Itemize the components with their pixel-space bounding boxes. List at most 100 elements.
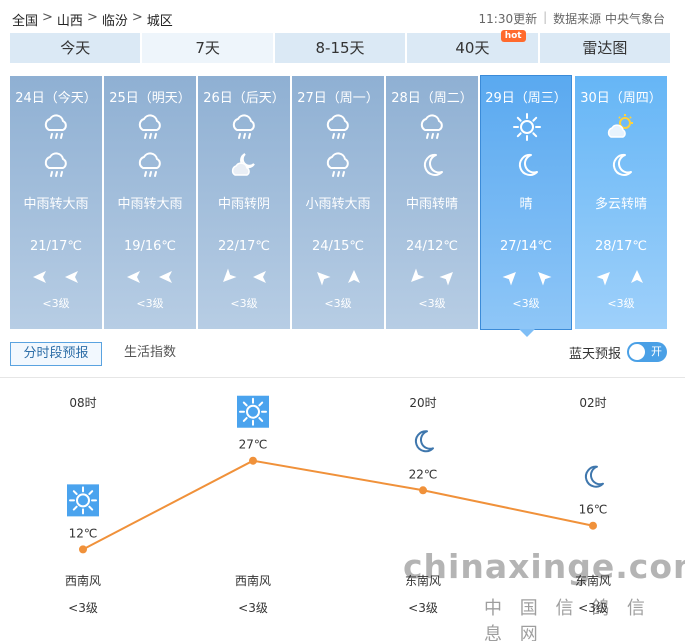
day-weather: 中雨转晴 — [405, 197, 458, 212]
wind-direction-label: 西南风 — [65, 573, 101, 588]
breadcrumb-item-district: 城区 — [146, 14, 173, 29]
wind-arrow-icon — [627, 267, 647, 291]
day-card[interactable]: 25日（明天） 中雨转大雨 19/16℃ <3级 — [104, 76, 196, 329]
wind-direction-icons — [501, 267, 553, 287]
day-temperature: 24/12℃ — [405, 239, 459, 254]
breadcrumb-item-province[interactable]: 山西 — [57, 10, 83, 29]
wind-direction-icons — [312, 267, 364, 287]
day-date: 27日（周一） — [297, 91, 379, 106]
tab-today[interactable]: 今天 — [10, 33, 141, 63]
day-temperature: 22/17℃ — [217, 239, 271, 254]
tab-7-days[interactable]: 7天 — [142, 33, 273, 63]
day-date: 28日（周二） — [391, 91, 473, 106]
wind-arrow-icon — [533, 267, 553, 291]
breadcrumb-separator: > — [42, 10, 53, 25]
breadcrumb-separator: > — [86, 10, 98, 25]
day-wind-level: <3级 — [607, 297, 635, 310]
temperature-point — [589, 521, 597, 530]
day-card[interactable]: 26日（后天） 中雨转阴 22/17℃ <3级 — [198, 76, 290, 329]
day-weather: 小雨转大雨 — [305, 197, 371, 212]
update-meta: 11:30更新 | 数据来源 中央气象台 — [478, 10, 665, 26]
tab-8-15-days[interactable]: 8-15天 — [274, 33, 406, 63]
cloudy-night-icon — [229, 150, 259, 180]
day-wind-level: <3级 — [136, 297, 164, 310]
day-wind-level: <3级 — [230, 297, 258, 310]
day-temperature: 24/15℃ — [311, 239, 365, 254]
toggle-text: 开 — [651, 345, 662, 358]
wind-direction-label: 西南风 — [235, 573, 271, 588]
tab-radar[interactable]: 雷达图 — [539, 33, 671, 63]
tab-hourly-forecast[interactable]: 分时段预报 — [10, 342, 102, 366]
wind-level-label: <3级 — [408, 601, 438, 615]
rain-icon — [41, 112, 71, 142]
wind-direction-icons — [30, 267, 82, 287]
temperature-label: 12℃ — [69, 526, 98, 540]
temperature-label: 16℃ — [579, 503, 608, 517]
rain-icon — [323, 112, 353, 142]
day-wind-level: <3级 — [42, 297, 70, 310]
wind-arrow-icon — [218, 267, 238, 291]
day-date: 25日（明天） — [109, 91, 191, 106]
day-card[interactable]: 30日（周四） 多云转晴 28/17℃ <3级 — [575, 76, 667, 329]
hour-label: 02时 — [579, 396, 606, 410]
update-time: 11:30更新 — [478, 12, 538, 26]
wind-arrow-icon — [501, 267, 521, 291]
rain-icon — [323, 150, 353, 180]
blue-sky-label: 蓝天预报 — [568, 346, 621, 362]
forecast-tabs: 今天 7天 8-15天 40天 hot 雷达图 — [10, 30, 671, 63]
wind-arrow-icon — [438, 267, 458, 291]
day-wind-level: <3级 — [512, 297, 540, 310]
wind-arrow-icon — [250, 267, 270, 291]
watermark-domain: chinaxinge.com — [403, 547, 685, 586]
rain-icon — [229, 112, 259, 142]
temperature-point — [249, 456, 257, 465]
wind-level-label: <3级 — [68, 601, 98, 615]
day-card[interactable]: 28日（周二） 中雨转晴 24/12℃ <3级 — [386, 76, 478, 329]
day-weather: 多云转晴 — [594, 197, 647, 212]
day-weather: 中雨转大雨 — [23, 197, 89, 212]
sun-icon — [512, 112, 542, 142]
wind-arrow-icon — [595, 267, 615, 291]
day-card[interactable]: 29日（周三） 晴 27/14℃ <3级 — [480, 75, 572, 337]
day-wind-level: <3级 — [418, 297, 446, 310]
rain-icon — [135, 112, 165, 142]
day-temperature: 21/17℃ — [29, 239, 83, 254]
day-temperature: 27/14℃ — [499, 239, 553, 254]
wind-arrow-icon — [124, 267, 144, 291]
day-date: 30日（周四） — [580, 91, 662, 106]
wind-arrow-icon — [62, 267, 82, 291]
day-wind-level: <3级 — [324, 297, 352, 310]
day-card[interactable]: 24日（今天） 中雨转大雨 21/17℃ <3级 — [10, 76, 102, 329]
moon-icon — [512, 150, 542, 180]
day-weather: 晴 — [519, 197, 533, 212]
breadcrumb: 全国 > 山西 > 临汾 > 城区 — [12, 10, 173, 29]
day-card[interactable]: 27日（周一） 小雨转大雨 24/15℃ <3级 — [292, 76, 384, 329]
wind-arrow-icon — [156, 267, 176, 291]
breadcrumb-item-country[interactable]: 全国 — [12, 10, 38, 29]
wind-level-label: <3级 — [238, 601, 268, 615]
day-weather: 中雨转阴 — [217, 197, 270, 212]
seven-day-forecast: 24日（今天） 中雨转大雨 21/17℃ <3级 25日（明天） 中雨转大雨 19/16℃ <… — [10, 75, 670, 337]
wind-arrow-icon — [30, 267, 50, 291]
breadcrumb-item-city[interactable]: 临汾 — [102, 10, 128, 29]
temperature-line — [82, 459, 594, 551]
tab-life-index[interactable]: 生活指数 — [124, 342, 176, 366]
wind-arrow-icon — [406, 267, 426, 291]
blue-sky-toggle[interactable]: 开 — [627, 342, 667, 362]
wind-direction-icons — [124, 267, 176, 287]
day-date: 29日（周三） — [485, 91, 567, 106]
day-temperature: 28/17℃ — [594, 239, 648, 254]
selected-pointer — [519, 329, 535, 337]
tab-40-days[interactable]: 40天 hot — [407, 30, 538, 63]
day-date: 26日（后天） — [203, 91, 285, 106]
day-temperature: 19/16℃ — [123, 239, 177, 254]
wind-arrow-icon — [344, 267, 364, 291]
temperature-label: 22℃ — [409, 467, 438, 481]
temperature-point — [79, 545, 87, 554]
breadcrumb-separator: > — [131, 10, 143, 25]
wind-arrow-icon — [312, 267, 332, 291]
hour-label: 20时 — [409, 396, 436, 410]
moon-icon — [417, 150, 447, 180]
watermark-site-name: 中 国 信 鸽 信 息 网 — [484, 598, 651, 641]
wind-direction-icons — [406, 267, 458, 287]
